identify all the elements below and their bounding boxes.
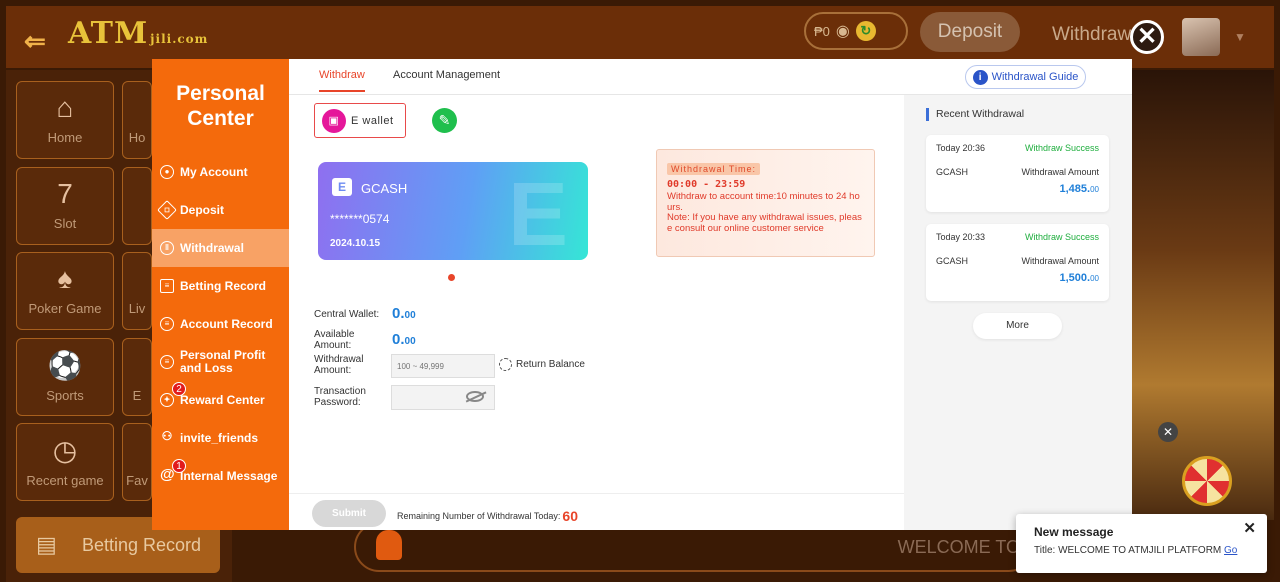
slot-icon: 7 bbox=[57, 178, 73, 209]
side-tile-partial[interactable]: ⚽E bbox=[122, 338, 152, 416]
carousel-dot[interactable] bbox=[448, 274, 455, 281]
nav-invite-friends[interactable]: ⚇ invite_friends bbox=[152, 419, 289, 457]
card-date: 2024.10.15 bbox=[330, 238, 381, 249]
transaction-password-label: Transaction Password: bbox=[314, 386, 366, 408]
toast-body: Title: WELCOME TO ATMJILI PLATFORM Go bbox=[1034, 545, 1238, 556]
status-badge: Withdraw Success bbox=[1024, 232, 1099, 242]
recent-withdrawal-title: Recent Withdrawal bbox=[926, 108, 1024, 121]
wallet-card[interactable]: E GCASH *******0574 2024.10.15 E bbox=[318, 162, 588, 260]
cards-icon: ♠ bbox=[57, 263, 73, 294]
nav-profit-loss[interactable]: ≡ Personal Profit and Loss bbox=[152, 343, 289, 381]
tab-bar: Withdraw Account Management i Withdrawal… bbox=[289, 59, 1132, 95]
gcash-logo-icon: E bbox=[332, 178, 352, 196]
side-tile-home[interactable]: ⌂ Home bbox=[16, 81, 114, 159]
return-balance-button[interactable]: Return Balance bbox=[499, 358, 585, 371]
remaining-count: 60 bbox=[562, 508, 578, 524]
refresh-icon[interactable]: ↻ bbox=[855, 21, 876, 41]
more-button[interactable]: More bbox=[973, 313, 1062, 339]
gift-icon: ✦ bbox=[160, 393, 174, 407]
avatar[interactable] bbox=[1182, 18, 1220, 56]
clock-icon: ◷ bbox=[52, 435, 78, 466]
invite-icon: ⚇ bbox=[161, 429, 173, 443]
info-icon: i bbox=[972, 69, 988, 85]
eye-off-icon[interactable] bbox=[466, 391, 484, 402]
available-amount-label: Available Amount: bbox=[314, 329, 355, 351]
bell-icon bbox=[376, 530, 402, 560]
withdrawal-guide-button[interactable]: i Withdrawal Guide bbox=[965, 65, 1086, 89]
deposit-icon: ◇ bbox=[157, 200, 177, 220]
side-tile-partial[interactable] bbox=[122, 167, 152, 245]
personal-center-title: Personal Center bbox=[176, 82, 265, 130]
personal-center-sidebar: Personal Center ● My Account ◇ Deposit ‖ Wi… bbox=[152, 59, 289, 530]
wallet-icon: ▣ bbox=[322, 108, 346, 133]
modal-close-icon[interactable]: ✕ bbox=[1130, 20, 1164, 54]
status-badge: Withdraw Success bbox=[1024, 143, 1099, 153]
new-message-toast: New message ✕ Title: WELCOME TO ATMJILI … bbox=[1016, 514, 1267, 573]
card-number: *******0574 bbox=[330, 212, 390, 226]
eye-icon[interactable]: ◉ bbox=[836, 21, 850, 41]
receipt-icon: ▤ bbox=[36, 532, 57, 557]
nav-account-record[interactable]: ≡ Account Record bbox=[152, 305, 289, 343]
edit-wallet-icon[interactable]: ✎ bbox=[432, 108, 457, 133]
close-icon[interactable]: ✕ bbox=[1243, 519, 1256, 537]
withdrawal-panel: Withdraw Account Management i Withdrawal… bbox=[289, 59, 1132, 530]
close-icon[interactable]: ✕ bbox=[1158, 422, 1178, 442]
toast-go-link[interactable]: Go bbox=[1224, 545, 1237, 556]
soccer-ball-icon: ⚽ bbox=[47, 350, 83, 381]
withdrawal-amount-input[interactable] bbox=[391, 354, 495, 378]
at-sign-icon: @ bbox=[160, 466, 175, 483]
central-wallet-value: 0.00 bbox=[392, 305, 416, 322]
withdrawal-time-title: Withdrawal Time: bbox=[667, 163, 761, 175]
tab-withdraw[interactable]: Withdraw bbox=[319, 69, 365, 92]
withdrawal-hours: 00:00 - 23:59 bbox=[667, 179, 746, 190]
withdrawal-note-time: Withdraw to account time:10 minutes to 2… bbox=[667, 191, 860, 213]
side-tile-partial[interactable]: ⌂Ho bbox=[122, 81, 152, 159]
toast-title: New message bbox=[1034, 525, 1114, 539]
balance-pill: ₱0 ◉ ↻ bbox=[804, 12, 908, 50]
side-tile-poker[interactable]: ♠ Poker Game bbox=[16, 252, 114, 330]
back-arrow-icon[interactable]: ⇐ bbox=[24, 26, 46, 57]
side-tile-live[interactable]: ♠Liv bbox=[122, 252, 152, 330]
list-item[interactable]: Today 20:36 Withdraw Success GCASH Withd… bbox=[926, 135, 1109, 212]
withdrawal-icon: ‖ bbox=[160, 241, 174, 255]
list-item[interactable]: Today 20:33 Withdraw Success GCASH Withd… bbox=[926, 224, 1109, 301]
balance-amount: ₱0 bbox=[814, 23, 830, 39]
side-tile-slot[interactable]: 7 Slot bbox=[16, 167, 114, 245]
prize-wheel-icon[interactable] bbox=[1182, 456, 1232, 506]
tab-account-management[interactable]: Account Management bbox=[393, 69, 500, 90]
chevron-down-icon[interactable]: ▼ bbox=[1234, 30, 1246, 44]
submit-button[interactable]: Submit bbox=[312, 500, 386, 527]
header-deposit-button[interactable]: Deposit bbox=[920, 12, 1020, 52]
chart-icon: ≡ bbox=[160, 355, 174, 369]
side-tile-recent-game[interactable]: ◷ Recent game bbox=[16, 423, 114, 501]
card-watermark-icon: E bbox=[508, 165, 569, 260]
ewallet-option[interactable]: ▣ E wallet bbox=[314, 103, 406, 138]
game-banner[interactable] bbox=[1132, 70, 1274, 520]
refresh-icon bbox=[499, 358, 512, 371]
nav-deposit[interactable]: ◇ Deposit bbox=[152, 191, 289, 229]
message-badge: 1 bbox=[172, 459, 186, 473]
side-tile-sports[interactable]: ⚽ Sports bbox=[16, 338, 114, 416]
reward-badge: 2 bbox=[172, 382, 186, 396]
home-icon: ⌂ bbox=[56, 92, 74, 123]
record-icon: ≡ bbox=[160, 317, 174, 331]
personal-center-modal: Personal Center ● My Account ◇ Deposit ‖ Wi… bbox=[152, 59, 1132, 530]
available-amount-value: 0.00 bbox=[392, 331, 416, 348]
logo[interactable]: ATM jili.com bbox=[68, 16, 208, 51]
side-tile-favorite[interactable]: ◷Fav bbox=[122, 423, 152, 501]
card-name: GCASH bbox=[361, 181, 408, 196]
nav-withdrawal[interactable]: ‖ Withdrawal bbox=[152, 229, 289, 267]
central-wallet-label: Central Wallet: bbox=[314, 309, 380, 320]
nav-my-account[interactable]: ● My Account bbox=[152, 153, 289, 191]
withdrawal-time-box: Withdrawal Time: 00:00 - 23:59 Withdraw … bbox=[656, 149, 875, 257]
remaining-withdrawals: Remaining Number of Withdrawal Today: 60 bbox=[397, 508, 578, 524]
nav-betting-record[interactable]: ≡ Betting Record bbox=[152, 267, 289, 305]
account-icon: ● bbox=[160, 165, 174, 179]
withdrawal-amount-label: Withdrawal Amount: bbox=[314, 354, 364, 376]
submit-bar: Submit Remaining Number of Withdrawal To… bbox=[289, 493, 904, 530]
recent-withdrawal-panel: Recent Withdrawal Today 20:36 Withdraw S… bbox=[904, 95, 1132, 530]
withdrawal-note-support: Note: If you have any withdrawal issues,… bbox=[667, 212, 862, 234]
clipboard-icon: ≡ bbox=[160, 279, 174, 293]
